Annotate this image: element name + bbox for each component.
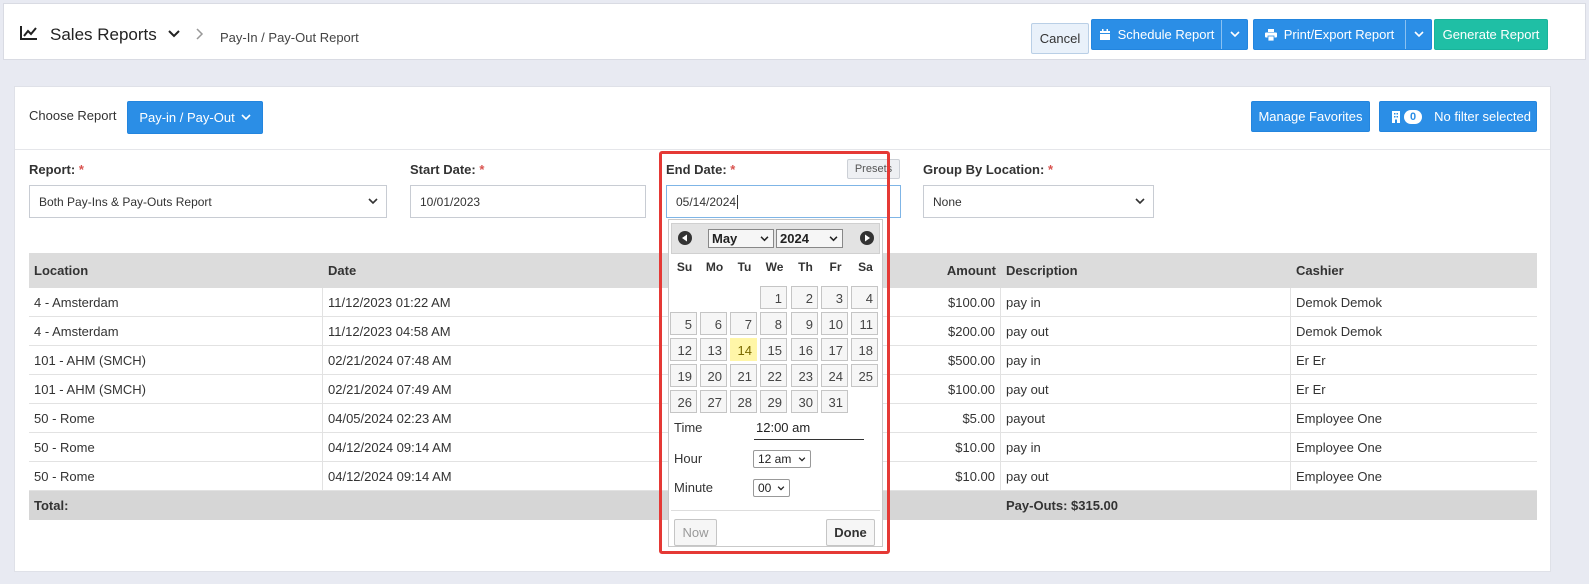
group-by-location-label: Group By Location: * xyxy=(923,162,1054,177)
choose-report-dropdown[interactable]: Pay-in / Pay-Out xyxy=(127,101,263,134)
cell-location: 101 - AHM (SMCH) xyxy=(29,346,323,374)
group-by-location-value: None xyxy=(933,194,962,209)
header-date[interactable]: Date xyxy=(323,253,683,288)
manage-favorites-button[interactable]: Manage Favorites xyxy=(1251,101,1370,132)
cell-date: 11/12/2023 01:22 AM xyxy=(323,288,683,316)
chevron-down-icon[interactable] xyxy=(168,30,180,38)
generate-report-button[interactable]: Generate Report xyxy=(1434,19,1548,50)
header-cashier[interactable]: Cashier xyxy=(1291,253,1537,288)
cell-cashier: Employee One xyxy=(1296,439,1382,455)
cell-date: 02/21/2024 07:49 AM xyxy=(323,375,683,403)
cell-location: 50 - Rome xyxy=(29,404,323,432)
cell-cashier: Demok Demok xyxy=(1296,323,1382,339)
divider xyxy=(15,149,1550,150)
start-date-input[interactable]: 10/01/2023 xyxy=(410,185,646,218)
cancel-button[interactable]: Cancel xyxy=(1031,23,1089,54)
cell-location: 50 - Rome xyxy=(29,462,323,490)
cell-description: payout xyxy=(1001,404,1291,432)
choose-report-value: Pay-in / Pay-Out xyxy=(139,110,235,125)
report-label: Report: * xyxy=(29,162,84,177)
filter-count-badge: 0 xyxy=(1404,109,1423,124)
total-payouts: Pay-Outs: $315.00 xyxy=(1006,498,1119,513)
cell-cashier: Employee One xyxy=(1296,410,1382,426)
chevron-down-icon xyxy=(1135,198,1145,205)
cell-description: pay in xyxy=(1001,346,1291,374)
breadcrumb: Pay-In / Pay-Out Report xyxy=(220,30,359,45)
header-location[interactable]: Location xyxy=(29,253,323,288)
print-export-label: Print/Export Report xyxy=(1283,27,1395,42)
cell-cashier: Demok Demok xyxy=(1296,294,1382,310)
line-chart-icon xyxy=(20,26,37,40)
cell-date: 11/12/2023 04:58 AM xyxy=(323,317,683,345)
cell-description: pay in xyxy=(1001,433,1291,461)
start-date-value: 10/01/2023 xyxy=(420,194,481,209)
filter-status-label: No filter selected xyxy=(1434,109,1531,124)
schedule-dropdown-toggle[interactable] xyxy=(1221,20,1247,49)
printer-icon xyxy=(1264,28,1277,41)
cell-date: 04/12/2024 09:14 AM xyxy=(323,433,683,461)
cell-description: pay in xyxy=(1001,288,1291,316)
chevron-down-icon xyxy=(1229,31,1240,38)
cell-description: pay out xyxy=(1001,317,1291,345)
group-by-location-select[interactable]: None xyxy=(923,185,1154,218)
cell-description: pay out xyxy=(1001,375,1291,403)
total-label: Total: xyxy=(34,498,69,513)
cell-location: 4 - Amsterdam xyxy=(29,288,323,316)
chevron-right-icon xyxy=(196,28,204,40)
top-bar: Sales Reports Pay-In / Pay-Out Report Ca… xyxy=(3,3,1586,60)
cell-date: 04/12/2024 09:14 AM xyxy=(323,462,683,490)
print-export-report-button[interactable]: Print/Export Report xyxy=(1253,19,1432,50)
page-title[interactable]: Sales Reports xyxy=(50,25,157,45)
schedule-report-label: Schedule Report xyxy=(1117,27,1215,42)
cell-cashier: Employee One xyxy=(1296,468,1382,484)
cell-date: 04/05/2024 02:23 AM xyxy=(323,404,683,432)
cell-location: 50 - Rome xyxy=(29,433,323,461)
print-export-dropdown-toggle[interactable] xyxy=(1405,20,1431,49)
filter-button[interactable]: 0 No filter selected xyxy=(1379,101,1537,132)
chevron-down-icon xyxy=(241,114,251,121)
header-description[interactable]: Description xyxy=(1001,253,1291,288)
cell-date: 02/21/2024 07:48 AM xyxy=(323,346,683,374)
highlight-box xyxy=(659,151,890,554)
choose-report-label: Choose Report xyxy=(29,108,117,123)
cell-cashier: Er Er xyxy=(1296,381,1326,397)
cell-description: pay out xyxy=(1001,462,1291,490)
cell-cashier: Er Er xyxy=(1296,352,1326,368)
building-icon xyxy=(1392,110,1400,123)
cell-location: 4 - Amsterdam xyxy=(29,317,323,345)
start-date-label: Start Date: * xyxy=(410,162,485,177)
chevron-down-icon xyxy=(368,198,378,205)
schedule-report-button[interactable]: Schedule Report xyxy=(1091,19,1248,50)
calendar-icon xyxy=(1099,28,1110,40)
cell-location: 101 - AHM (SMCH) xyxy=(29,375,323,403)
chevron-down-icon xyxy=(1413,31,1424,38)
report-select-value: Both Pay-Ins & Pay-Outs Report xyxy=(39,194,212,209)
report-select[interactable]: Both Pay-Ins & Pay-Outs Report xyxy=(29,185,387,218)
